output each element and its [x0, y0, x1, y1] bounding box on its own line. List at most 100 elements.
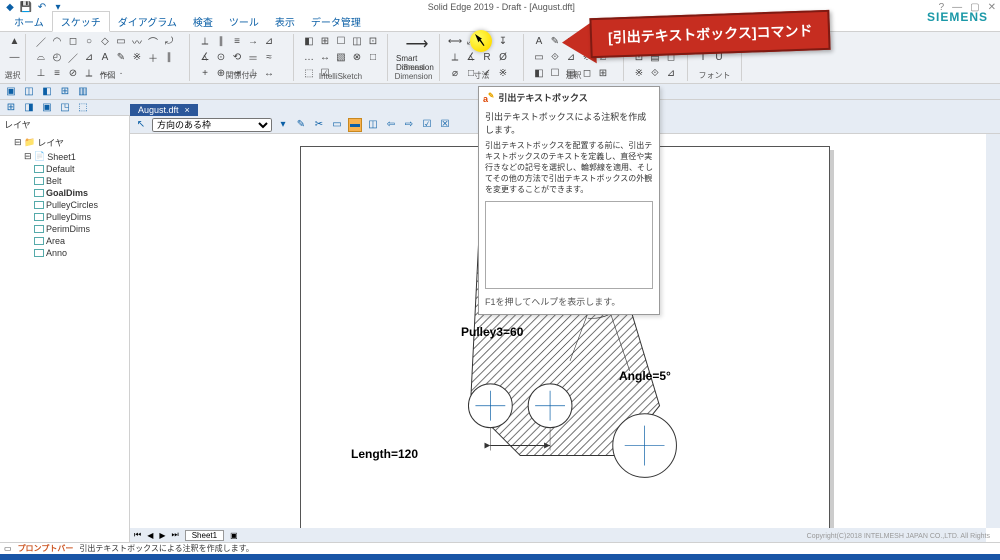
ribbon-icon[interactable]: ○: [82, 34, 96, 48]
ribbon-icon[interactable]: □: [366, 50, 380, 64]
tab-view[interactable]: 表示: [267, 12, 303, 31]
ribbon-icon[interactable]: ◴: [50, 50, 64, 64]
layer-item[interactable]: PulleyCircles: [34, 199, 125, 211]
tool-icon[interactable]: ◫: [22, 85, 36, 99]
ribbon-icon[interactable]: ↧: [496, 34, 510, 48]
next-sheet-icon[interactable]: ▶: [159, 531, 165, 540]
layer-item[interactable]: Area: [34, 235, 125, 247]
layer-item[interactable]: PerimDims: [34, 223, 125, 235]
ribbon-icon[interactable]: ▧: [334, 50, 348, 64]
ribbon-icon[interactable]: ⟂: [448, 50, 462, 64]
ribbon-icon[interactable]: ✎: [114, 50, 128, 64]
tool-icon[interactable]: ◧: [40, 85, 54, 99]
vertical-scrollbar[interactable]: [986, 134, 1000, 528]
tree-sheet[interactable]: ⊟ 📄 Sheet1: [24, 150, 125, 163]
ribbon-icon[interactable]: …: [302, 50, 316, 64]
style-dropdown[interactable]: 方向のある枠: [152, 118, 272, 132]
document-tab[interactable]: August.dft ×: [130, 104, 198, 116]
ribbon-icon[interactable]: ＝: [246, 50, 260, 64]
tab-diagram[interactable]: ダイアグラム: [110, 12, 185, 31]
tool-icon[interactable]: ✎: [294, 118, 308, 132]
ribbon-icon[interactable]: A: [98, 50, 112, 64]
ribbon-icon[interactable]: ⊡: [366, 34, 380, 48]
tool-icon[interactable]: ◫: [366, 118, 380, 132]
ribbon-icon[interactable]: ▲: [8, 34, 21, 48]
tab-data[interactable]: データ管理: [303, 12, 369, 31]
ribbon-icon[interactable]: ⤢: [464, 34, 478, 48]
tool-icon[interactable]: ✂: [312, 118, 326, 132]
ribbon-icon[interactable]: ―: [8, 50, 21, 64]
tool-icon[interactable]: ⊞: [58, 85, 72, 99]
ribbon-icon[interactable]: ◻: [66, 34, 80, 48]
close-tab-icon[interactable]: ×: [185, 105, 190, 115]
tool-icon[interactable]: ◳: [58, 101, 72, 115]
ribbon-icon[interactable]: ⤾: [162, 34, 176, 48]
tool-icon[interactable]: ▥: [76, 85, 90, 99]
ribbon-icon[interactable]: ／: [66, 50, 80, 64]
ribbon-icon[interactable]: ◫: [350, 34, 364, 48]
tool-icon[interactable]: ▣: [40, 101, 54, 115]
tab-sketch[interactable]: スケッチ: [52, 11, 110, 32]
ribbon-icon[interactable]: ∥: [162, 50, 176, 64]
ribbon-icon[interactable]: ⊙: [214, 50, 228, 64]
pointer-icon[interactable]: ↖: [134, 118, 148, 132]
ribbon-icon[interactable]: ⊾: [480, 34, 494, 48]
layer-item[interactable]: GoalDims: [34, 187, 125, 199]
layer-item[interactable]: Belt: [34, 175, 125, 187]
layer-item[interactable]: Default: [34, 163, 125, 175]
tool-icon[interactable]: ⊞: [4, 101, 18, 115]
nav-next-icon[interactable]: ⇨: [402, 118, 416, 132]
ribbon-icon[interactable]: ▭: [532, 50, 546, 64]
ribbon-icon[interactable]: ⌒: [146, 34, 160, 48]
prev-sheet-icon[interactable]: ◀: [147, 531, 153, 540]
tool-icon[interactable]: ◨: [22, 101, 36, 115]
ribbon-icon[interactable]: ／: [34, 34, 48, 48]
ribbon-icon[interactable]: ▭: [114, 34, 128, 48]
add-sheet-icon[interactable]: ▣: [230, 531, 238, 540]
tab-inspect[interactable]: 検査: [185, 12, 221, 31]
ribbon-icon[interactable]: ⟂: [198, 34, 212, 48]
ribbon-icon[interactable]: ⊿: [82, 50, 96, 64]
tool-icon[interactable]: ⬚: [76, 101, 90, 115]
sheet-tab[interactable]: Sheet1: [185, 530, 224, 541]
ribbon-icon[interactable]: ◧: [302, 34, 316, 48]
layer-item[interactable]: PulleyDims: [34, 211, 125, 223]
ribbon-icon[interactable]: ⟐: [648, 66, 662, 80]
ribbon-icon[interactable]: ＋: [146, 50, 160, 64]
tool-icon[interactable]: ▬: [348, 118, 362, 132]
last-sheet-icon[interactable]: ⏭: [172, 530, 179, 540]
nav-prev-icon[interactable]: ⇦: [384, 118, 398, 132]
ribbon-icon[interactable]: ✎: [548, 34, 562, 48]
ribbon-icon[interactable]: ≡: [230, 34, 244, 48]
ribbon-icon[interactable]: ⌓: [34, 50, 48, 64]
first-sheet-icon[interactable]: ⏮: [134, 530, 141, 540]
tool-icon[interactable]: ▾: [276, 118, 290, 132]
ribbon-icon[interactable]: ⊞: [318, 34, 332, 48]
tab-tools[interactable]: ツール: [221, 12, 267, 31]
tab-home[interactable]: ホーム: [6, 12, 52, 31]
ribbon-icon[interactable]: ⟲: [230, 50, 244, 64]
tree-root[interactable]: ⊟ 📁 レイヤ: [14, 135, 125, 150]
ribbon-icon[interactable]: →: [246, 34, 260, 48]
layer-item[interactable]: Anno: [34, 247, 125, 259]
ribbon-icon[interactable]: ∡: [464, 50, 478, 64]
ribbon-icon[interactable]: ⊿: [664, 66, 678, 80]
ribbon-icon[interactable]: R: [480, 50, 494, 64]
ribbon-icon[interactable]: ⊗: [350, 50, 364, 64]
ribbon-icon[interactable]: ⟷: [448, 34, 462, 48]
ribbon-icon[interactable]: ◠: [50, 34, 64, 48]
tool-icon[interactable]: ▭: [330, 118, 344, 132]
ribbon-icon[interactable]: ☐: [334, 34, 348, 48]
ribbon-icon[interactable]: ∥: [214, 34, 228, 48]
ribbon-icon[interactable]: Ø: [496, 50, 510, 64]
ribbon-icon[interactable]: ∡: [198, 50, 212, 64]
ribbon-icon[interactable]: ⊿: [262, 34, 276, 48]
ribbon-icon[interactable]: ◇: [98, 34, 112, 48]
close-icon[interactable]: ✕: [988, 2, 996, 13]
ribbon-icon[interactable]: ≈: [262, 50, 276, 64]
ribbon-icon[interactable]: 〰: [130, 34, 144, 48]
tool-icon[interactable]: ☑: [420, 118, 434, 132]
tool-icon[interactable]: ☒: [438, 118, 452, 132]
ribbon-icon[interactable]: ↔: [318, 50, 332, 64]
ribbon-icon[interactable]: A: [532, 34, 546, 48]
